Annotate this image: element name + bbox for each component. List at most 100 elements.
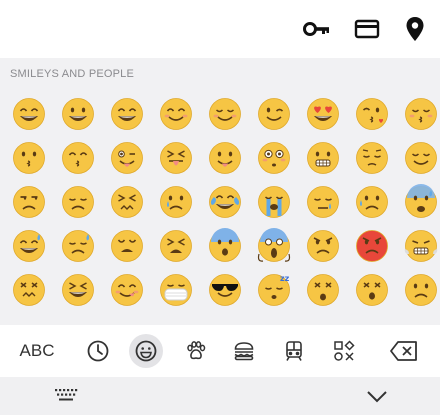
angry-face-icon — [306, 230, 339, 262]
credit-card-icon[interactable] — [352, 14, 382, 44]
emoji-sleeping-face[interactable]: zz — [249, 268, 298, 312]
emoji-smiling-face-open-mouth[interactable] — [53, 92, 102, 136]
backspace-icon[interactable] — [386, 333, 422, 369]
emoji-frowning-face[interactable] — [396, 268, 440, 312]
emoji-winking-face-tongue[interactable] — [102, 136, 151, 180]
emoji-relaxed-face[interactable] — [200, 92, 249, 136]
partial-face-icon — [11, 316, 47, 325]
emoji-downcast-face-sweat[interactable] — [53, 224, 102, 268]
bottom-bar — [0, 377, 440, 415]
emoji-smiling-face-sunglasses[interactable] — [200, 268, 249, 312]
emoji-anxious-face-sweat[interactable] — [396, 180, 440, 224]
emoji-crying-face[interactable] — [151, 180, 200, 224]
emoji-smiling-imp[interactable] — [151, 312, 200, 325]
winking-face-icon — [257, 98, 290, 130]
emoji-partial-face[interactable] — [4, 312, 53, 325]
frowning-face-icon — [404, 274, 437, 306]
emoji-partial-face[interactable] — [347, 312, 396, 325]
smiling-face-open-mouth-icon — [61, 98, 94, 130]
chevron-down-icon[interactable] — [366, 390, 388, 404]
emoji-face-savoring-food[interactable] — [102, 268, 151, 312]
smiley-icon[interactable] — [128, 333, 164, 369]
astonished-face-icon — [355, 274, 388, 306]
emoji-partial-face[interactable] — [298, 312, 347, 325]
emoji-loudly-crying-face[interactable] — [249, 180, 298, 224]
keyboard-icon[interactable] — [54, 387, 78, 403]
emoji-screaming-face[interactable] — [249, 224, 298, 268]
emoji-unamused-face[interactable] — [4, 180, 53, 224]
emoji-angry-face[interactable] — [298, 224, 347, 268]
sleepy-face-icon — [306, 186, 339, 218]
emoji-face-with-steam[interactable] — [396, 224, 440, 268]
emoji-fearful-face[interactable] — [200, 224, 249, 268]
location-pin-icon[interactable] — [400, 14, 430, 44]
anxious-face-sweat-icon — [404, 184, 437, 218]
screaming-face-icon — [257, 228, 290, 262]
burger-icon[interactable] — [230, 333, 258, 369]
face-with-tongue-icon — [208, 142, 241, 174]
kissing-face-smiling-eyes-icon — [61, 142, 94, 174]
emoji-partial-face[interactable] — [53, 312, 102, 325]
emoji-panel: SMILEYS AND PEOPLE zz — [0, 58, 440, 325]
emoji-grinning-face-sweat[interactable] — [4, 224, 53, 268]
emoji-relieved-face[interactable] — [396, 136, 440, 180]
smiling-face-smiling-eyes-icon — [110, 98, 143, 130]
emoji-smiling-face[interactable] — [151, 92, 200, 136]
emoji-imp[interactable] — [102, 312, 151, 325]
emoji-sleepy-face[interactable] — [298, 180, 347, 224]
emoji-sad-but-relieved-face[interactable] — [347, 180, 396, 224]
symbols-icon[interactable] — [330, 333, 358, 369]
paw-icon[interactable] — [182, 333, 210, 369]
dizzy-face-icon — [306, 274, 339, 306]
emoji-kissing-face[interactable] — [4, 136, 53, 180]
emoji-squinting-face-tongue[interactable] — [151, 136, 200, 180]
abc-button[interactable]: ABC — [12, 333, 62, 369]
emoji-face-with-tongue[interactable] — [200, 136, 249, 180]
emoji-confounded-face[interactable] — [4, 268, 53, 312]
emoji-dizzy-face[interactable] — [298, 268, 347, 312]
squinting-laughing-face-icon — [61, 274, 94, 306]
emoji-grimacing-face[interactable] — [298, 136, 347, 180]
weary-face-icon — [110, 230, 143, 262]
emoji-grinning-face[interactable] — [4, 92, 53, 136]
emoji-winking-face[interactable] — [249, 92, 298, 136]
emoji-pensive-face[interactable] — [347, 136, 396, 180]
emoji-kissing-face-smiling-eyes[interactable] — [53, 136, 102, 180]
emoji-astonished-face[interactable] — [347, 268, 396, 312]
downcast-face-sweat-icon — [61, 230, 94, 262]
train-icon[interactable] — [280, 333, 308, 369]
kissing-face-closed-eyes-icon — [404, 98, 437, 130]
tired-face-icon — [159, 230, 192, 262]
emoji-disappointed-face[interactable] — [53, 180, 102, 224]
emoji-kissing-face-closed-eyes[interactable] — [396, 92, 440, 136]
category-tab-bar: ABC — [0, 325, 440, 377]
emoji-smiling-face-smiling-eyes[interactable] — [102, 92, 151, 136]
emoji-persevering-face[interactable] — [102, 180, 151, 224]
emoji-heart-eyes-face[interactable] — [298, 92, 347, 136]
key-icon[interactable] — [302, 14, 332, 44]
kissing-face-icon — [12, 142, 45, 174]
emoji-squinting-laughing-face[interactable] — [53, 268, 102, 312]
emoji-partial-face[interactable] — [396, 312, 440, 325]
crying-face-icon — [159, 186, 192, 218]
emoji-partial-face[interactable] — [200, 312, 249, 325]
emoji-face-with-medical-mask[interactable] — [151, 268, 200, 312]
emoji-tired-face[interactable] — [151, 224, 200, 268]
emoji-partial-face[interactable] — [249, 312, 298, 325]
sad-but-relieved-face-icon — [355, 186, 388, 218]
winking-face-tongue-icon — [110, 142, 143, 174]
emoji-weary-face[interactable] — [102, 224, 151, 268]
partial-face-icon — [256, 316, 292, 325]
grimacing-face-icon — [306, 142, 339, 174]
fearful-face-icon — [208, 228, 241, 262]
emoji-flushed-face[interactable] — [249, 136, 298, 180]
face-with-medical-mask-icon — [159, 274, 192, 306]
emoji-face-with-tears-of-joy[interactable] — [200, 180, 249, 224]
partial-face-icon — [354, 316, 390, 325]
emoji-face-blowing-kiss[interactable] — [347, 92, 396, 136]
emoji-pouting-face[interactable] — [347, 224, 396, 268]
relaxed-face-icon — [208, 98, 241, 130]
emoji-grid: zz — [4, 92, 440, 325]
pensive-face-icon — [355, 142, 388, 174]
clock-icon[interactable] — [84, 333, 112, 369]
